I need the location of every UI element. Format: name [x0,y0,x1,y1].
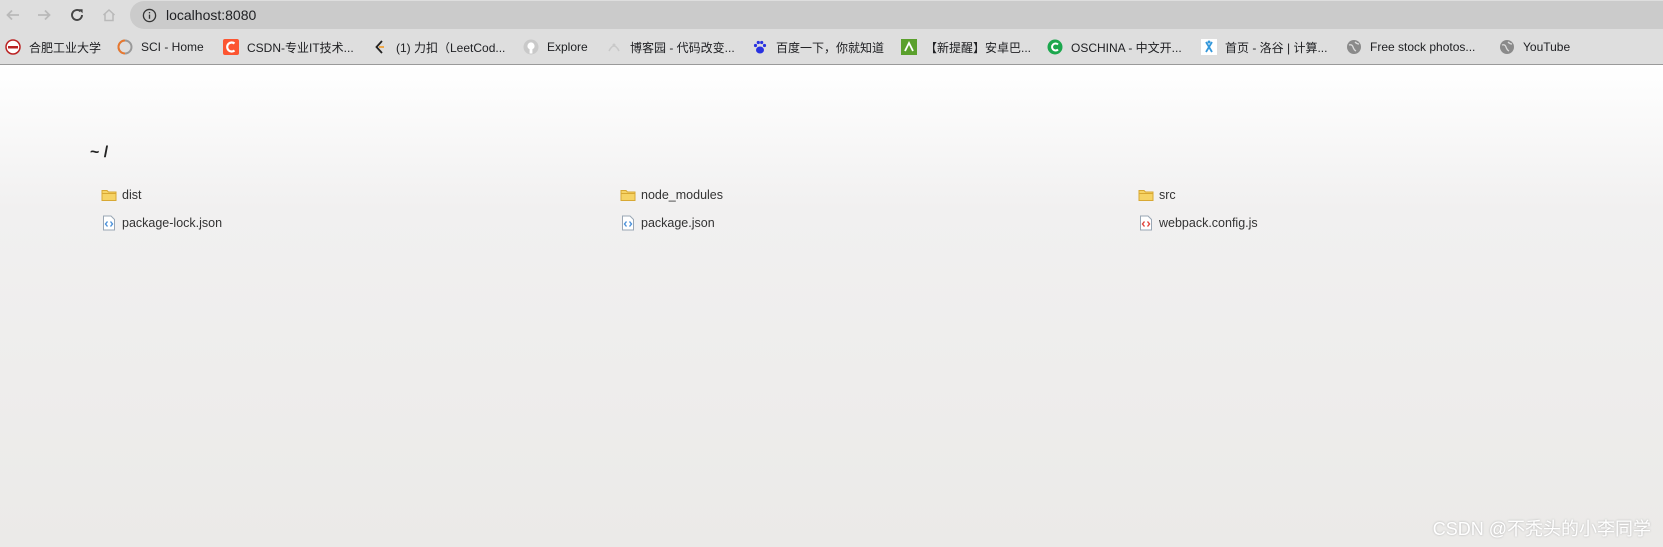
entry-name[interactable]: package-lock.json [122,216,222,230]
bookmark-label: 百度一下，你就知道 [776,40,885,55]
home-icon [102,8,116,22]
entry-src[interactable]: src [1138,186,1176,204]
entry-name[interactable]: src [1159,188,1176,202]
luogu-icon [1201,39,1217,55]
js-file-icon [1138,215,1154,231]
entry-name[interactable]: dist [122,188,141,202]
address-bar[interactable]: localhost:8080 [130,1,1663,29]
home-button[interactable] [98,4,120,26]
bookmark-baidu[interactable]: 百度一下，你就知道 [752,38,884,56]
reload-button[interactable] [66,4,88,26]
bookmark-cnblogs[interactable]: 博客园 - 代码改变... [606,38,735,56]
folder-icon [1138,187,1154,203]
url-text[interactable]: localhost:8080 [166,7,256,23]
code-file-icon [101,215,117,231]
sci-icon [117,39,133,55]
university-seal-icon [5,39,21,55]
entry-webpack-config-js[interactable]: webpack.config.js [1138,214,1258,232]
folder-icon [620,187,636,203]
baidu-paw-icon [752,39,768,55]
bookmark-label: SCI - Home [141,40,204,54]
bookmark-luogu[interactable]: 首页 - 洛谷 | 计算... [1201,38,1327,56]
csdn-icon [223,39,239,55]
bookmark-leetcode[interactable]: (1) 力扣（LeetCod... [372,38,505,56]
folder-icon [101,187,117,203]
entry-name[interactable]: package.json [641,216,715,230]
cnblogs-icon [606,39,622,55]
bookmark-hfut[interactable]: 合肥工业大学 [5,38,101,56]
bookmark-label: 首页 - 洛谷 | 计算... [1225,40,1328,55]
entry-dist[interactable]: dist [101,186,141,204]
bookmark-sci[interactable]: SCI - Home [117,38,204,56]
bookmark-label: Explore [547,40,588,54]
oschina-icon [1047,39,1063,55]
bookmark-label: YouTube [1523,40,1571,54]
directory-listing-page: ~ / dist node_modules src package-lock.j… [0,65,1663,547]
bookmarks-bar: 合肥工业大学 SCI - Home CSDN-专业IT技术... (1) 力扣（… [0,30,1663,65]
entry-name[interactable]: webpack.config.js [1159,216,1258,230]
code-file-icon [620,215,636,231]
globe-icon [1499,39,1515,55]
entry-node-modules[interactable]: node_modules [620,186,723,204]
bookmark-label: 合肥工业大学 [29,40,102,55]
bookmark-oschina[interactable]: OSCHINA - 中文开... [1047,38,1182,56]
bookmark-label: Free stock photos... [1370,40,1476,54]
entry-package-json[interactable]: package.json [620,214,715,232]
android-bar-icon [901,39,917,55]
csdn-watermark: CSDN @不秃头的小李同学 [1432,519,1651,539]
bookmark-label: CSDN-专业IT技术... [247,40,354,55]
bookmark-label: 【新提醒】安卓巴... [925,40,1032,55]
bookmark-github[interactable]: Explore [523,38,588,56]
back-button[interactable] [2,4,24,26]
leetcode-icon [372,39,388,55]
entry-name[interactable]: node_modules [641,188,723,202]
reload-icon [71,9,83,21]
info-icon[interactable] [142,8,157,23]
breadcrumb: ~ / [90,144,109,161]
bookmark-csdn[interactable]: CSDN-专业IT技术... [223,38,354,56]
globe-icon [1346,39,1362,55]
bookmark-youtube[interactable]: YouTube [1499,38,1570,56]
arrow-left-icon [6,9,19,21]
bookmark-label: (1) 力扣（LeetCod... [396,40,506,55]
bookmark-free-stock-photos[interactable]: Free stock photos... [1346,38,1475,56]
arrow-right-icon [38,9,51,21]
bookmark-anzhuoba[interactable]: 【新提醒】安卓巴... [901,38,1031,56]
github-icon [523,39,539,55]
bookmark-label: OSCHINA - 中文开... [1071,40,1182,55]
entry-package-lock-json[interactable]: package-lock.json [101,214,222,232]
browser-toolbar: localhost:8080 [0,0,1663,30]
forward-button[interactable] [33,4,55,26]
bookmark-label: 博客园 - 代码改变... [630,40,735,55]
